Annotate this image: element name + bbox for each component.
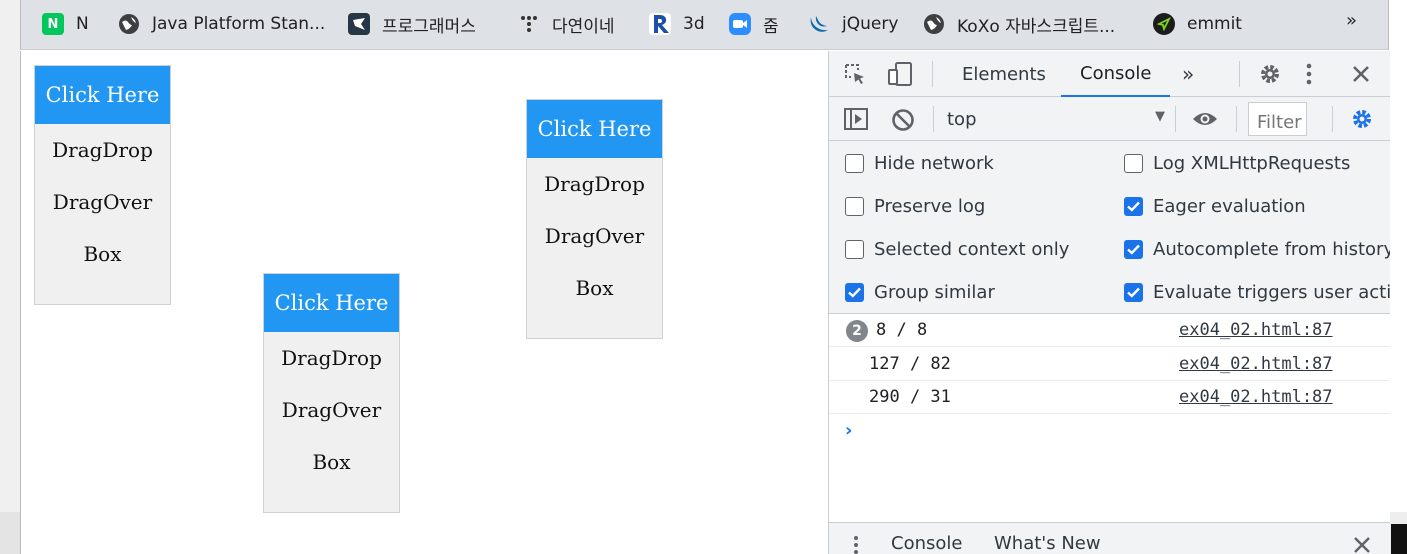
drag-box-1[interactable]: Click Here DragDrop DragOver Box — [34, 65, 171, 305]
checkbox-checked[interactable] — [845, 282, 864, 302]
drag-box-text: Box — [83, 242, 122, 266]
drag-box-3[interactable]: Click Here DragDrop DragOver Box — [526, 99, 663, 339]
bookmark-dayeonine[interactable]: 다연이네 — [518, 12, 615, 37]
option-autocomplete-history[interactable]: Autocomplete from history — [1124, 238, 1390, 260]
bookmarks-bar: N N Java Platform Stan... 프로그래머스 다연이네 3d… — [20, 0, 1389, 50]
drag-box-header[interactable]: Click Here — [35, 66, 170, 124]
checkbox-checked[interactable] — [1124, 239, 1143, 259]
drag-box-header[interactable]: Click Here — [264, 274, 399, 332]
bookmark-naver[interactable]: N N — [42, 12, 89, 36]
zoom-icon — [729, 13, 751, 35]
globe-icon — [118, 13, 140, 35]
chevron-down-icon: ▼ — [1155, 109, 1165, 124]
bookmark-zoom[interactable]: 줌 — [729, 12, 779, 37]
kebab-menu-icon[interactable] — [1306, 62, 1312, 86]
naver-icon: N — [42, 13, 64, 35]
bookmark-emmit[interactable]: emmit — [1153, 12, 1242, 36]
bookmark-3d[interactable]: 3d — [649, 12, 705, 36]
devtools-panel: Elements Console » top ▼ Filter Hide net… — [828, 51, 1390, 554]
inspect-element-icon[interactable] — [843, 62, 867, 86]
bookmarks-overflow-button[interactable]: » — [1346, 10, 1357, 31]
option-eager-evaluation[interactable]: Eager evaluation — [1124, 195, 1390, 217]
console-prompt[interactable]: › — [845, 420, 852, 441]
bookmark-java-platform[interactable]: Java Platform Stan... — [118, 12, 325, 36]
right-window-edge — [1389, 0, 1407, 554]
drag-box-header[interactable]: Click Here — [527, 100, 662, 158]
dots-icon — [518, 13, 540, 35]
programmers-icon — [348, 13, 370, 35]
drag-box-text: Box — [575, 276, 614, 300]
live-expression-eye-icon[interactable] — [1191, 108, 1219, 130]
show-sidebar-icon[interactable] — [843, 107, 869, 131]
device-toolbar-icon[interactable] — [887, 61, 915, 87]
checkbox-checked[interactable] — [1124, 282, 1143, 302]
console-settings-gear-icon[interactable] — [1349, 106, 1375, 132]
option-hide-network[interactable]: Hide network — [845, 152, 994, 174]
drag-box-text: DragDrop — [281, 346, 382, 370]
drag-box-2[interactable]: Click Here DragDrop DragOver Box — [263, 273, 400, 513]
drag-box-text: DragOver — [52, 190, 153, 214]
drawer-menu-icon[interactable] — [853, 535, 859, 554]
console-toolbar: top ▼ — [829, 97, 1390, 141]
console-output: 2 8 / 8 ex04_02.html:87 127 / 82 ex04_02… — [829, 314, 1390, 522]
console-settings-pane: Hide network Preserve log Selected conte… — [829, 141, 1390, 314]
console-message: 2 8 / 8 ex04_02.html:87 — [829, 314, 1390, 347]
option-evaluate-triggers[interactable]: Evaluate triggers user activation — [1124, 281, 1390, 303]
drag-box-text: Box — [312, 450, 351, 474]
console-message: 290 / 31 ex04_02.html:87 — [829, 381, 1390, 414]
clear-console-icon[interactable] — [891, 108, 915, 132]
r-logo-icon — [649, 13, 671, 35]
drag-box-text: DragDrop — [544, 172, 645, 196]
tab-elements[interactable]: Elements — [962, 51, 1046, 97]
bookmark-jquery[interactable]: jQuery — [808, 12, 898, 36]
option-selected-context-only[interactable]: Selected context only — [845, 238, 1069, 260]
devtools-drawer-bar: Console What's New — [829, 522, 1390, 554]
filter-input[interactable] — [1248, 102, 1307, 136]
console-message: 127 / 82 ex04_02.html:87 — [829, 348, 1390, 381]
drag-box-text: DragOver — [281, 398, 382, 422]
context-selector[interactable]: top ▼ — [947, 105, 1165, 133]
source-link[interactable]: ex04_02.html:87 — [1179, 320, 1333, 340]
repeat-count-badge: 2 — [846, 320, 868, 342]
left-window-edge — [0, 0, 20, 554]
drag-box-text: DragOver — [544, 224, 645, 248]
bookmark-koxo[interactable]: KoXo 자바스크립트... — [923, 12, 1115, 37]
more-tabs-button[interactable]: » — [1182, 51, 1194, 97]
source-link[interactable]: ex04_02.html:87 — [1179, 387, 1333, 407]
close-devtools-icon[interactable] — [1351, 64, 1371, 84]
drawer-tab-whats-new[interactable]: What's New — [994, 533, 1101, 554]
source-link[interactable]: ex04_02.html:87 — [1179, 354, 1333, 374]
drawer-tab-console[interactable]: Console — [891, 533, 962, 554]
globe-icon — [923, 13, 945, 35]
devtools-tab-bar: Elements Console » — [829, 51, 1390, 97]
bookmark-programmers[interactable]: 프로그래머스 — [348, 12, 476, 37]
checkbox-checked[interactable] — [1124, 196, 1143, 216]
checkbox[interactable] — [1124, 153, 1143, 173]
option-group-similar[interactable]: Group similar — [845, 281, 995, 303]
option-log-xhr[interactable]: Log XMLHttpRequests — [1124, 152, 1390, 174]
page-viewport: Click Here DragDrop DragOver Box Click H… — [20, 51, 828, 554]
drag-box-text: DragDrop — [52, 138, 153, 162]
settings-gear-icon[interactable] — [1257, 61, 1283, 87]
checkbox[interactable] — [845, 239, 864, 259]
emmet-icon — [1153, 13, 1175, 35]
tab-console[interactable]: Console — [1061, 51, 1171, 97]
option-preserve-log[interactable]: Preserve log — [845, 195, 985, 217]
checkbox[interactable] — [845, 153, 864, 173]
close-drawer-icon[interactable] — [1353, 536, 1371, 554]
jquery-icon — [808, 13, 830, 35]
checkbox[interactable] — [845, 196, 864, 216]
